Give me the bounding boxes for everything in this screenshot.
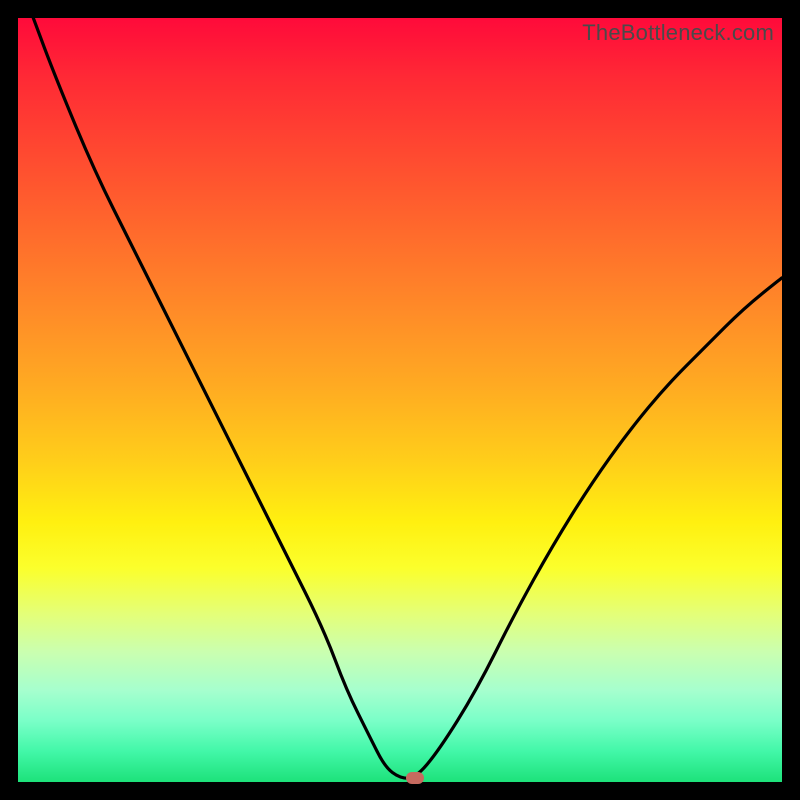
plot-area: TheBottleneck.com: [18, 18, 782, 782]
chart-frame: TheBottleneck.com: [0, 0, 800, 800]
optimal-marker: [406, 772, 424, 784]
bottleneck-curve: [18, 18, 782, 782]
curve-path: [33, 18, 782, 778]
